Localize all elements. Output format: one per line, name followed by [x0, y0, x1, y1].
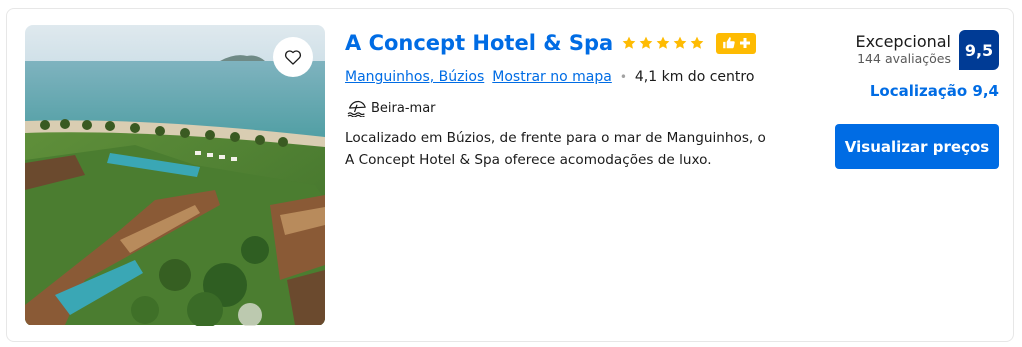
- favorite-button[interactable]: [273, 37, 313, 77]
- hotel-photo[interactable]: [25, 25, 325, 326]
- review-score[interactable]: Excepcional 144 avaliações 9,5: [855, 30, 999, 70]
- preferred-partner-badge[interactable]: [716, 32, 757, 54]
- score-badge: 9,5: [959, 30, 999, 70]
- score-word: Excepcional: [855, 32, 951, 51]
- separator-dot: •: [619, 70, 627, 84]
- star-icon: [656, 36, 670, 49]
- heart-icon: [284, 50, 302, 65]
- show-on-map-link[interactable]: Mostrar no mapa: [492, 69, 612, 85]
- location-score: Localização 9,4: [869, 82, 999, 100]
- hotel-name-link[interactable]: A Concept Hotel & Spa: [345, 31, 613, 55]
- title-row: A Concept Hotel & Spa: [345, 31, 757, 55]
- beachfront-label: Beira-mar: [371, 100, 436, 116]
- star-icon: [673, 36, 687, 49]
- review-count: 144 avaliações: [857, 51, 951, 66]
- location-link[interactable]: Manguinhos, Búzios: [345, 69, 484, 85]
- plus-icon: [739, 38, 750, 48]
- location-row: Manguinhos, Búzios Mostrar no mapa • 4,1…: [345, 69, 754, 85]
- beach-umbrella-icon: [347, 100, 366, 117]
- property-card: A Concept Hotel & Spa Manguinhos, Búzios…: [6, 8, 1014, 342]
- distance-from-center: 4,1 km do centro: [634, 69, 755, 85]
- thumbs-up-icon: [722, 37, 735, 49]
- beachfront-feature: Beira-mar: [347, 99, 436, 117]
- hotel-description: Localizado em Búzios, de frente para o m…: [345, 130, 766, 168]
- star-rating: [621, 35, 705, 51]
- review-score-text: Excepcional 144 avaliações: [855, 30, 951, 67]
- see-prices-button[interactable]: Visualizar preços: [835, 124, 999, 169]
- star-icon: [622, 36, 636, 49]
- star-icon: [690, 36, 704, 49]
- star-icon: [639, 36, 653, 49]
